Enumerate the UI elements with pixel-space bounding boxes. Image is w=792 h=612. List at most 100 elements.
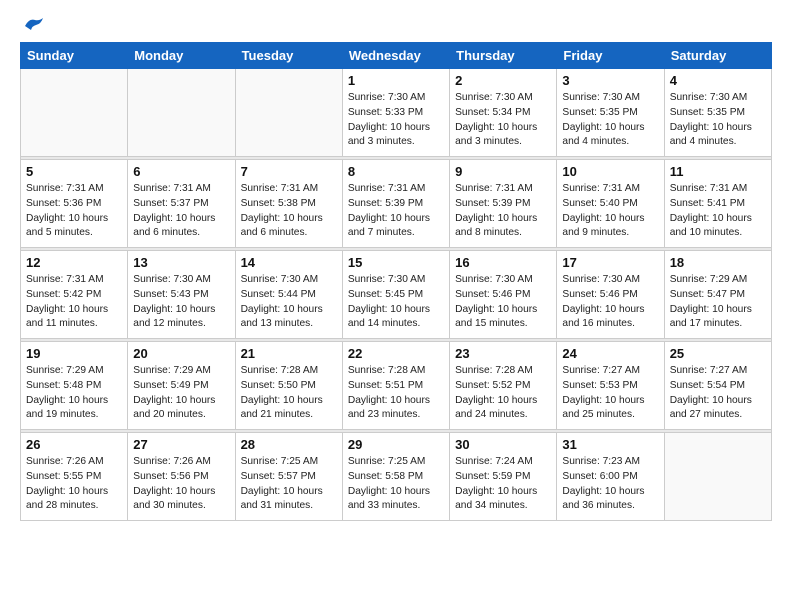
week-row-2: 5Sunrise: 7:31 AM Sunset: 5:36 PM Daylig… bbox=[21, 160, 772, 248]
week-row-1: 1 Sunrise: 7:30 AM Sunset: 5:33 PM Daylig… bbox=[21, 69, 772, 157]
day-info: Sunrise: 7:28 AM Sunset: 5:52 PM Dayligh… bbox=[455, 364, 551, 423]
day-number: 21 bbox=[241, 346, 337, 361]
day-info: Sunrise: 7:30 AM Sunset: 5:35 PM Dayligh… bbox=[562, 91, 658, 150]
header-thursday: Thursday bbox=[450, 43, 557, 69]
header-saturday: Saturday bbox=[664, 43, 771, 69]
day-info: Sunrise: 7:30 AM Sunset: 5:46 PM Dayligh… bbox=[562, 273, 658, 332]
week-row-4: 19Sunrise: 7:29 AM Sunset: 5:48 PM Dayli… bbox=[21, 342, 772, 430]
header-wednesday: Wednesday bbox=[342, 43, 449, 69]
day-cell: 20 Sunrise: 7:29 AM Sunset: 5:49 PM Dayli… bbox=[128, 342, 235, 430]
day-number: 18 bbox=[670, 255, 766, 270]
day-cell bbox=[664, 433, 771, 521]
day-cell: 11Sunrise: 7:31 AM Sunset: 5:41 PM Dayli… bbox=[664, 160, 771, 248]
day-cell: 7 Sunrise: 7:31 AM Sunset: 5:38 PM Daylig… bbox=[235, 160, 342, 248]
header-tuesday: Tuesday bbox=[235, 43, 342, 69]
day-number: 31 bbox=[562, 437, 658, 452]
day-cell: 17 Sunrise: 7:30 AM Sunset: 5:46 PM Dayli… bbox=[557, 251, 664, 339]
day-cell: 8 Sunrise: 7:31 AM Sunset: 5:39 PM Daylig… bbox=[342, 160, 449, 248]
day-cell bbox=[128, 69, 235, 157]
day-number: 14 bbox=[241, 255, 337, 270]
day-number: 30 bbox=[455, 437, 551, 452]
day-number: 24 bbox=[562, 346, 658, 361]
day-info: Sunrise: 7:25 AM Sunset: 5:57 PM Dayligh… bbox=[241, 455, 337, 514]
logo bbox=[20, 20, 45, 28]
week-row-3: 12Sunrise: 7:31 AM Sunset: 5:42 PM Dayli… bbox=[21, 251, 772, 339]
day-info: Sunrise: 7:30 AM Sunset: 5:43 PM Dayligh… bbox=[133, 273, 229, 332]
day-info: Sunrise: 7:31 AM Sunset: 5:37 PM Dayligh… bbox=[133, 182, 229, 241]
day-cell bbox=[235, 69, 342, 157]
day-cell: 6 Sunrise: 7:31 AM Sunset: 5:37 PM Daylig… bbox=[128, 160, 235, 248]
header-monday: Monday bbox=[128, 43, 235, 69]
day-cell: 2 Sunrise: 7:30 AM Sunset: 5:34 PM Daylig… bbox=[450, 69, 557, 157]
day-info: Sunrise: 7:30 AM Sunset: 5:45 PM Dayligh… bbox=[348, 273, 444, 332]
day-info: Sunrise: 7:31 AM Sunset: 5:39 PM Dayligh… bbox=[455, 182, 551, 241]
day-info: Sunrise: 7:25 AM Sunset: 5:58 PM Dayligh… bbox=[348, 455, 444, 514]
day-cell: 21Sunrise: 7:28 AM Sunset: 5:50 PM Dayli… bbox=[235, 342, 342, 430]
header bbox=[20, 20, 772, 28]
day-number: 3 bbox=[562, 73, 658, 88]
day-number: 25 bbox=[670, 346, 766, 361]
day-cell: 27 Sunrise: 7:26 AM Sunset: 5:56 PM Dayli… bbox=[128, 433, 235, 521]
header-friday: Friday bbox=[557, 43, 664, 69]
day-info: Sunrise: 7:31 AM Sunset: 5:41 PM Dayligh… bbox=[670, 182, 766, 241]
day-info: Sunrise: 7:26 AM Sunset: 5:56 PM Dayligh… bbox=[133, 455, 229, 514]
day-number: 4 bbox=[670, 73, 766, 88]
day-number: 8 bbox=[348, 164, 444, 179]
day-cell: 29 Sunrise: 7:25 AM Sunset: 5:58 PM Dayli… bbox=[342, 433, 449, 521]
day-number: 27 bbox=[133, 437, 229, 452]
day-cell: 30 Sunrise: 7:24 AM Sunset: 5:59 PM Dayli… bbox=[450, 433, 557, 521]
day-cell: 14 Sunrise: 7:30 AM Sunset: 5:44 PM Dayli… bbox=[235, 251, 342, 339]
day-cell: 13 Sunrise: 7:30 AM Sunset: 5:43 PM Dayli… bbox=[128, 251, 235, 339]
day-info: Sunrise: 7:31 AM Sunset: 5:38 PM Dayligh… bbox=[241, 182, 337, 241]
day-info: Sunrise: 7:23 AM Sunset: 6:00 PM Dayligh… bbox=[562, 455, 658, 514]
day-number: 13 bbox=[133, 255, 229, 270]
day-number: 7 bbox=[241, 164, 337, 179]
day-number: 1 bbox=[348, 73, 444, 88]
day-info: Sunrise: 7:30 AM Sunset: 5:44 PM Dayligh… bbox=[241, 273, 337, 332]
day-info: Sunrise: 7:29 AM Sunset: 5:47 PM Dayligh… bbox=[670, 273, 766, 332]
day-info: Sunrise: 7:29 AM Sunset: 5:49 PM Dayligh… bbox=[133, 364, 229, 423]
day-info: Sunrise: 7:28 AM Sunset: 5:51 PM Dayligh… bbox=[348, 364, 444, 423]
day-cell: 9 Sunrise: 7:31 AM Sunset: 5:39 PM Daylig… bbox=[450, 160, 557, 248]
day-cell: 23 Sunrise: 7:28 AM Sunset: 5:52 PM Dayli… bbox=[450, 342, 557, 430]
day-cell: 18 Sunrise: 7:29 AM Sunset: 5:47 PM Dayli… bbox=[664, 251, 771, 339]
week-row-5: 26Sunrise: 7:26 AM Sunset: 5:55 PM Dayli… bbox=[21, 433, 772, 521]
day-number: 28 bbox=[241, 437, 337, 452]
day-cell: 25Sunrise: 7:27 AM Sunset: 5:54 PM Dayli… bbox=[664, 342, 771, 430]
day-cell: 12Sunrise: 7:31 AM Sunset: 5:42 PM Dayli… bbox=[21, 251, 128, 339]
day-info: Sunrise: 7:24 AM Sunset: 5:59 PM Dayligh… bbox=[455, 455, 551, 514]
header-sunday: Sunday bbox=[21, 43, 128, 69]
day-cell: 10 Sunrise: 7:31 AM Sunset: 5:40 PM Dayli… bbox=[557, 160, 664, 248]
day-number: 23 bbox=[455, 346, 551, 361]
day-cell: 5Sunrise: 7:31 AM Sunset: 5:36 PM Daylig… bbox=[21, 160, 128, 248]
day-cell: 26Sunrise: 7:26 AM Sunset: 5:55 PM Dayli… bbox=[21, 433, 128, 521]
day-info: Sunrise: 7:29 AM Sunset: 5:48 PM Dayligh… bbox=[26, 364, 122, 423]
day-info: Sunrise: 7:30 AM Sunset: 5:35 PM Dayligh… bbox=[670, 91, 766, 150]
day-number: 20 bbox=[133, 346, 229, 361]
day-cell: 19Sunrise: 7:29 AM Sunset: 5:48 PM Dayli… bbox=[21, 342, 128, 430]
day-number: 17 bbox=[562, 255, 658, 270]
day-number: 15 bbox=[348, 255, 444, 270]
day-info: Sunrise: 7:31 AM Sunset: 5:39 PM Dayligh… bbox=[348, 182, 444, 241]
day-number: 22 bbox=[348, 346, 444, 361]
day-info: Sunrise: 7:26 AM Sunset: 5:55 PM Dayligh… bbox=[26, 455, 122, 514]
calendar: Sunday Monday Tuesday Wednesday Thursday… bbox=[20, 42, 772, 521]
day-info: Sunrise: 7:31 AM Sunset: 5:42 PM Dayligh… bbox=[26, 273, 122, 332]
day-number: 29 bbox=[348, 437, 444, 452]
day-cell: 24 Sunrise: 7:27 AM Sunset: 5:53 PM Dayli… bbox=[557, 342, 664, 430]
day-info: Sunrise: 7:30 AM Sunset: 5:46 PM Dayligh… bbox=[455, 273, 551, 332]
day-number: 6 bbox=[133, 164, 229, 179]
day-number: 9 bbox=[455, 164, 551, 179]
weekday-header-row: Sunday Monday Tuesday Wednesday Thursday… bbox=[21, 43, 772, 69]
day-info: Sunrise: 7:30 AM Sunset: 5:34 PM Dayligh… bbox=[455, 91, 551, 150]
day-cell: 31 Sunrise: 7:23 AM Sunset: 6:00 PM Dayli… bbox=[557, 433, 664, 521]
day-number: 2 bbox=[455, 73, 551, 88]
day-number: 10 bbox=[562, 164, 658, 179]
day-cell: 4 Sunrise: 7:30 AM Sunset: 5:35 PM Daylig… bbox=[664, 69, 771, 157]
day-info: Sunrise: 7:27 AM Sunset: 5:53 PM Dayligh… bbox=[562, 364, 658, 423]
day-cell bbox=[21, 69, 128, 157]
day-info: Sunrise: 7:31 AM Sunset: 5:40 PM Dayligh… bbox=[562, 182, 658, 241]
day-cell: 15 Sunrise: 7:30 AM Sunset: 5:45 PM Dayli… bbox=[342, 251, 449, 339]
day-info: Sunrise: 7:31 AM Sunset: 5:36 PM Dayligh… bbox=[26, 182, 122, 241]
day-info: Sunrise: 7:30 AM Sunset: 5:33 PM Dayligh… bbox=[348, 91, 444, 150]
